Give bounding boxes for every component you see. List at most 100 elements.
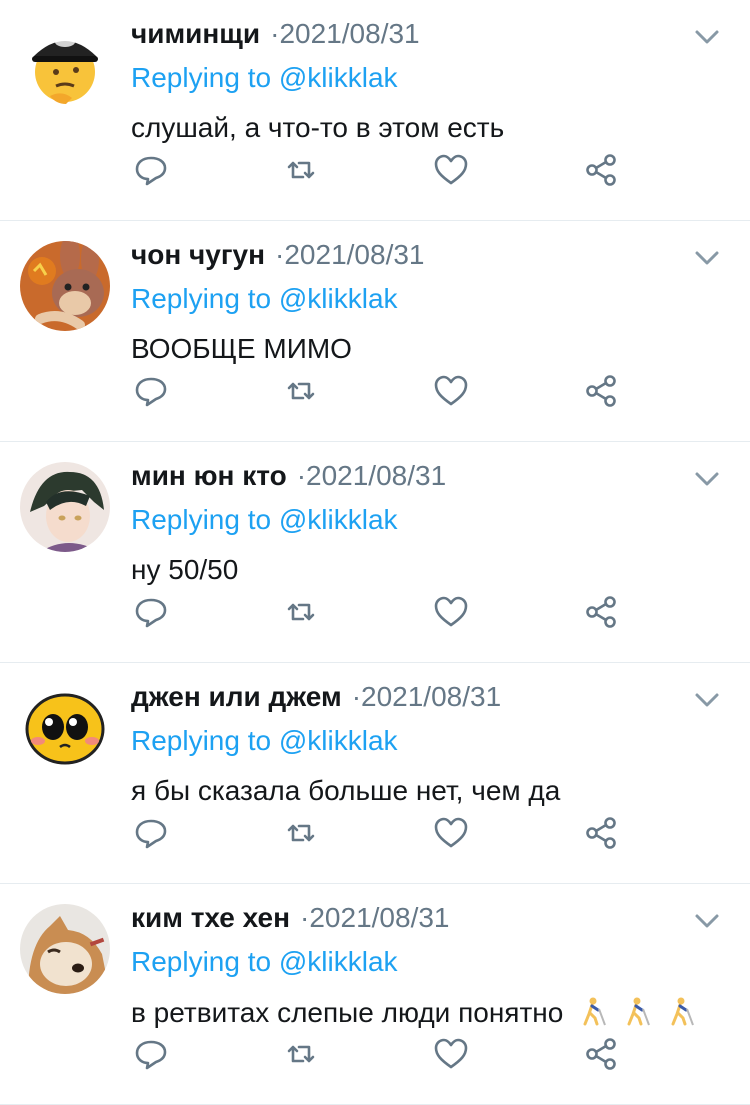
avatar[interactable]: [20, 683, 110, 773]
tweet-text-body: в ретвитах слепые люди понятно: [131, 997, 564, 1028]
retweet-button[interactable]: [281, 1034, 321, 1074]
replying-to: Replying to @klikklak: [131, 283, 398, 315]
avatar[interactable]: [20, 462, 110, 552]
tweet-text: я бы сказала больше нет, чем да: [131, 775, 561, 806]
tweet-text: в ретвитах слепые люди понятно: [131, 996, 695, 1029]
like-button[interactable]: [431, 592, 471, 632]
like-icon: [434, 375, 468, 406]
display-name[interactable]: чон чугун: [131, 239, 265, 271]
mention-link[interactable]: @klikklak: [279, 946, 398, 977]
share-icon: [586, 596, 616, 628]
person-with-white-cane-emoji: [627, 997, 650, 1026]
display-name[interactable]: джен или джем: [131, 681, 342, 713]
reply-button[interactable]: [131, 371, 171, 411]
mention-link[interactable]: @klikklak: [279, 725, 398, 756]
separator: ·: [296, 460, 307, 491]
reply-icon: [135, 156, 167, 186]
share-icon: [586, 1038, 616, 1070]
share-button[interactable]: [581, 1034, 621, 1074]
reply-button[interactable]: [131, 150, 171, 190]
person-with-white-cane-emoji: [583, 997, 607, 1026]
replies-feed: чиминщи · 2021/08/31 Replying to @klikkl…: [0, 0, 750, 1105]
chevron-down-icon[interactable]: [692, 906, 722, 936]
tweet-actions: [131, 1034, 631, 1074]
tweet[interactable]: ким тхе хен · 2021/08/31 Replying to @kl…: [0, 884, 750, 1105]
mention-link[interactable]: @klikklak: [279, 504, 398, 535]
replying-to: Replying to @klikklak: [131, 946, 398, 978]
tweet-text: ну 50/50: [131, 554, 239, 585]
avatar[interactable]: [20, 20, 110, 110]
separator: ·: [300, 902, 310, 933]
retweet-button[interactable]: [281, 813, 321, 853]
pleading-face-avatar: [20, 683, 110, 773]
like-button[interactable]: [431, 371, 471, 411]
timestamp[interactable]: 2021/08/31: [306, 460, 446, 492]
replying-to-label: Replying to: [131, 62, 272, 93]
tweet[interactable]: чиминщи · 2021/08/31 Replying to @klikkl…: [0, 0, 750, 221]
replying-to: Replying to @klikklak: [131, 62, 398, 94]
person-with-white-cane-emoji: [671, 997, 694, 1026]
chevron-down-icon[interactable]: [692, 464, 722, 494]
share-button[interactable]: [581, 592, 621, 632]
tweet-actions: [131, 371, 631, 411]
like-button[interactable]: [431, 813, 471, 853]
retweet-icon: [287, 824, 315, 842]
reply-button[interactable]: [131, 592, 171, 632]
retweet-button[interactable]: [281, 150, 321, 190]
display-name[interactable]: чиминщи: [131, 18, 260, 50]
chevron-down-icon[interactable]: [692, 22, 722, 52]
shiba-dog-avatar: [20, 904, 110, 994]
tweet[interactable]: мин юн кто · 2021/08/31 Replying to @kli…: [0, 442, 750, 663]
replying-to: Replying to @klikklak: [131, 504, 398, 536]
chevron-down-icon[interactable]: [692, 243, 722, 273]
reply-icon: [135, 1040, 167, 1070]
reply-icon: [135, 598, 167, 628]
share-icon: [586, 375, 616, 407]
timestamp[interactable]: 2021/08/31: [309, 902, 449, 934]
retweet-icon: [287, 1045, 315, 1063]
anime-character-avatar: [20, 462, 110, 552]
reply-button[interactable]: [131, 1034, 171, 1074]
mention-link[interactable]: @klikklak: [279, 283, 398, 314]
reply-icon: [135, 377, 167, 407]
replying-to-label: Replying to: [131, 504, 272, 535]
mention-link[interactable]: @klikklak: [279, 62, 398, 93]
replying-to: Replying to @klikklak: [131, 725, 398, 757]
avatar[interactable]: [20, 904, 110, 994]
display-name[interactable]: мин юн кто: [131, 460, 287, 492]
replying-to-label: Replying to: [131, 946, 272, 977]
tweet-actions: [131, 592, 631, 632]
replying-to-label: Replying to: [131, 283, 272, 314]
separator: ·: [275, 239, 285, 270]
tweet-text: слушай, а что-то в этом есть: [131, 112, 505, 143]
share-icon: [586, 817, 616, 849]
thinking-face-cap-avatar: [20, 20, 110, 110]
like-icon: [434, 154, 468, 185]
tweet-actions: [131, 150, 631, 190]
tweet[interactable]: джен или джем · 2021/08/31 Replying to @…: [0, 663, 750, 884]
like-button[interactable]: [431, 1034, 471, 1074]
retweet-button[interactable]: [281, 592, 321, 632]
tweet-actions: [131, 813, 631, 853]
like-icon: [434, 817, 468, 848]
bunny-avatar: [20, 241, 110, 331]
retweet-button[interactable]: [281, 371, 321, 411]
share-button[interactable]: [581, 150, 621, 190]
avatar[interactable]: [20, 241, 110, 331]
reply-button[interactable]: [131, 813, 171, 853]
separator: ·: [351, 681, 362, 712]
like-icon: [434, 596, 468, 627]
retweet-icon: [287, 161, 315, 179]
share-icon: [586, 154, 616, 186]
retweet-icon: [287, 382, 315, 400]
timestamp[interactable]: 2021/08/31: [279, 18, 419, 50]
timestamp[interactable]: 2021/08/31: [284, 239, 424, 271]
tweet[interactable]: чон чугун · 2021/08/31 Replying to @klik…: [0, 221, 750, 442]
share-button[interactable]: [581, 371, 621, 411]
display-name[interactable]: ким тхе хен: [131, 902, 290, 934]
chevron-down-icon[interactable]: [692, 685, 722, 715]
share-button[interactable]: [581, 813, 621, 853]
like-button[interactable]: [431, 150, 471, 190]
timestamp[interactable]: 2021/08/31: [361, 681, 501, 713]
replying-to-label: Replying to: [131, 725, 272, 756]
